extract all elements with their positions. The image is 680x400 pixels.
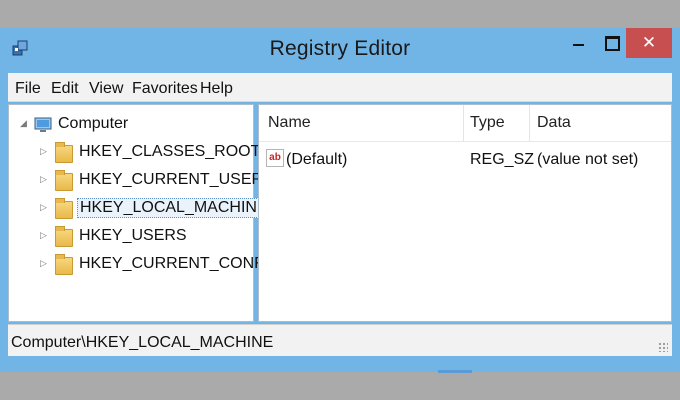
string-value-icon: ab [266, 149, 284, 167]
collapse-arrow-icon[interactable]: ◢ [20, 118, 27, 129]
column-header-data[interactable]: Data [537, 114, 571, 132]
tree-node-hkey-local-machine[interactable]: ▷ HKEY_LOCAL_MACHINE [9, 197, 271, 221]
expand-arrow-icon[interactable]: ▷ [40, 174, 47, 185]
background-band-bottom [0, 372, 680, 400]
minimize-button[interactable] [562, 28, 594, 58]
key-tree-pane[interactable]: ◢ Computer ▷ HKEY_CLASSES_ROOT ▷ HKEY_CU… [8, 104, 281, 322]
status-path: Computer\HKEY_LOCAL_MACHINE [11, 334, 274, 351]
expand-arrow-icon[interactable]: ▷ [40, 146, 47, 157]
column-divider[interactable] [529, 105, 530, 141]
tree-label: HKEY_CURRENT_USER [79, 171, 264, 188]
close-button[interactable]: ✕ [626, 28, 672, 58]
status-bar: Computer\HKEY_LOCAL_MACHINE [8, 324, 672, 356]
column-header-name[interactable]: Name [268, 114, 311, 132]
tree-node-computer[interactable]: ◢ Computer [9, 113, 249, 137]
registry-editor-window: Registry Editor ✕ File Edit View Favorit… [0, 28, 680, 372]
tree-label-selected: HKEY_LOCAL_MACHINE [77, 198, 271, 218]
column-divider[interactable] [463, 105, 464, 141]
taskbar-indicator [438, 370, 472, 373]
title-bar[interactable]: Registry Editor ✕ [0, 28, 680, 72]
menu-help[interactable]: Help [200, 80, 233, 98]
tree-label: HKEY_USERS [79, 227, 187, 244]
resize-grip-icon[interactable] [658, 342, 668, 352]
maximize-button[interactable] [596, 28, 626, 58]
menu-view[interactable]: View [89, 80, 123, 98]
value-data: (value not set) [537, 151, 639, 168]
folder-icon [55, 254, 73, 275]
expand-arrow-icon[interactable]: ▷ [40, 258, 47, 269]
folder-icon [55, 170, 73, 191]
computer-icon [34, 117, 52, 132]
header-divider [259, 141, 671, 142]
column-header-type[interactable]: Type [470, 114, 505, 132]
expand-arrow-icon[interactable]: ▷ [40, 230, 47, 241]
background-band-top [0, 0, 680, 28]
value-name: (Default) [286, 151, 348, 168]
tree-node-hkey-current-user[interactable]: ▷ HKEY_CURRENT_USER [9, 169, 263, 193]
folder-icon [55, 198, 73, 219]
menu-favorites[interactable]: Favorites [132, 80, 198, 98]
folder-icon [55, 142, 73, 163]
tree-node-hkey-classes-root[interactable]: ▷ HKEY_CLASSES_ROOT [9, 141, 260, 165]
expand-arrow-icon[interactable]: ▷ [40, 202, 47, 213]
tree-node-hkey-current-config[interactable]: ▷ HKEY_CURRENT_CONFIG [9, 253, 281, 277]
values-list-pane[interactable]: Name Type Data ab (Default) REG_SZ (valu… [258, 104, 672, 322]
value-type: REG_SZ [470, 151, 535, 168]
menu-edit[interactable]: Edit [51, 80, 79, 98]
tree-label: HKEY_CLASSES_ROOT [79, 143, 261, 160]
tree-label: HKEY_CURRENT_CONFIG [79, 255, 281, 272]
menu-file[interactable]: File [15, 80, 41, 98]
folder-icon [55, 226, 73, 247]
tree-node-hkey-users[interactable]: ▷ HKEY_USERS [9, 225, 249, 249]
tree-label-computer: Computer [58, 115, 129, 132]
menu-bar: File Edit View Favorites Help [8, 73, 672, 102]
